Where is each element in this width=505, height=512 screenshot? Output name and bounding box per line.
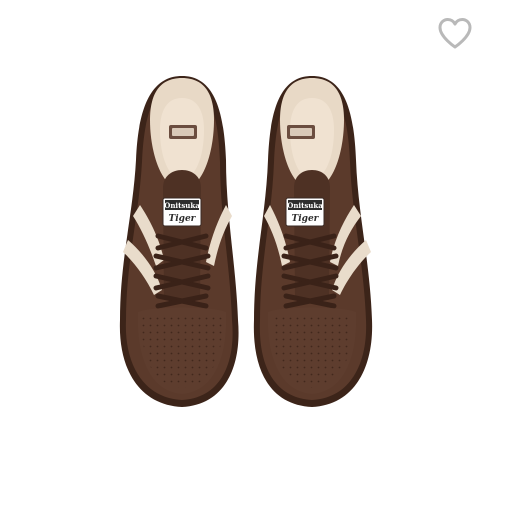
product-image: Onitsuka Tiger Onitsuka Tiger (119, 76, 373, 407)
right-logo-line2: Tiger (292, 214, 320, 224)
left-logo-line2: Tiger (169, 214, 197, 224)
product-image-viewer: Onitsuka Tiger Onitsuka Tiger (0, 0, 505, 512)
right-logo-line1: Onitsuka (287, 201, 323, 210)
wishlist-heart-button[interactable] (436, 16, 474, 52)
right-shoe: Onitsuka Tiger (253, 76, 373, 407)
left-logo-line1: Onitsuka (164, 201, 200, 210)
left-shoe: Onitsuka Tiger (119, 76, 239, 407)
heart-outline-icon (438, 18, 472, 49)
